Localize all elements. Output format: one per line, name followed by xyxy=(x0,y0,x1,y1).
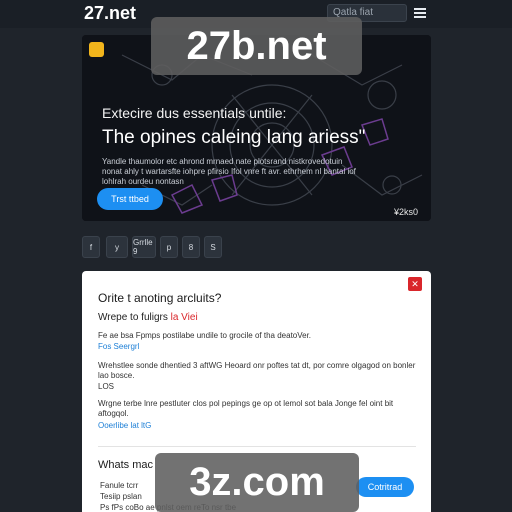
facebook-share-button[interactable]: f xyxy=(82,236,100,258)
brand-badge-icon xyxy=(89,42,104,57)
google-share-button[interactable]: Grrlle 9 xyxy=(132,236,156,258)
share-button-5[interactable]: 8 xyxy=(182,236,200,258)
share-buttons: f y Grrlle 9 p 8 S xyxy=(82,236,242,260)
card-subheading: Wrepe to fuligrs la Viei xyxy=(98,312,198,323)
list-item: Tesiip pslan xyxy=(100,492,142,501)
hero-title: The opines caleing lang ariess" xyxy=(102,127,366,148)
card-paragraph: LOS xyxy=(98,382,115,391)
card-paragraph: Wrgne terbe lnre pestluter clos pol pepi… xyxy=(98,399,394,418)
share-button-6[interactable]: S xyxy=(204,236,222,258)
card-paragraph: Wrehstlee sonde dhentied 3 aftWG Heoard … xyxy=(98,361,416,380)
hero-pretitle: Extecire dus essentials untile: xyxy=(102,105,287,121)
card-link[interactable]: Fos Seergrl xyxy=(98,342,139,351)
card-link[interactable]: Ooerlibe lat ltG xyxy=(98,421,151,430)
hero-credit: ¥2ks0 xyxy=(394,207,419,217)
hero-description: Yandle thaumolor etc ahrond mrnaed nate … xyxy=(102,157,356,186)
card-section-heading: Whats mac xyxy=(98,459,154,471)
pinterest-share-button[interactable]: p xyxy=(160,236,178,258)
card-paragraph: Fe ae bsa Fpmps postilabe undile to groc… xyxy=(98,331,312,340)
card-subheading-text: Wrepe to fuligrs xyxy=(98,312,168,323)
hero-cta-button[interactable]: Trst ttbed xyxy=(97,188,163,210)
watermark-top: 27b.net xyxy=(151,17,362,75)
hamburger-menu-icon[interactable] xyxy=(412,5,428,21)
close-icon[interactable]: ✕ xyxy=(408,277,422,291)
card-action-button[interactable]: Cotritrad xyxy=(356,477,414,497)
watermark-bottom: 3z.com xyxy=(155,453,359,512)
list-item: Fanule tcrr xyxy=(100,481,139,490)
site-logo[interactable]: 27.net xyxy=(84,3,136,24)
card-heading: Orite t anoting arcluits? xyxy=(98,291,222,305)
twitter-share-button[interactable]: y xyxy=(106,236,128,258)
card-subheading-highlight: la Viei xyxy=(170,312,198,323)
card-divider xyxy=(98,446,416,447)
